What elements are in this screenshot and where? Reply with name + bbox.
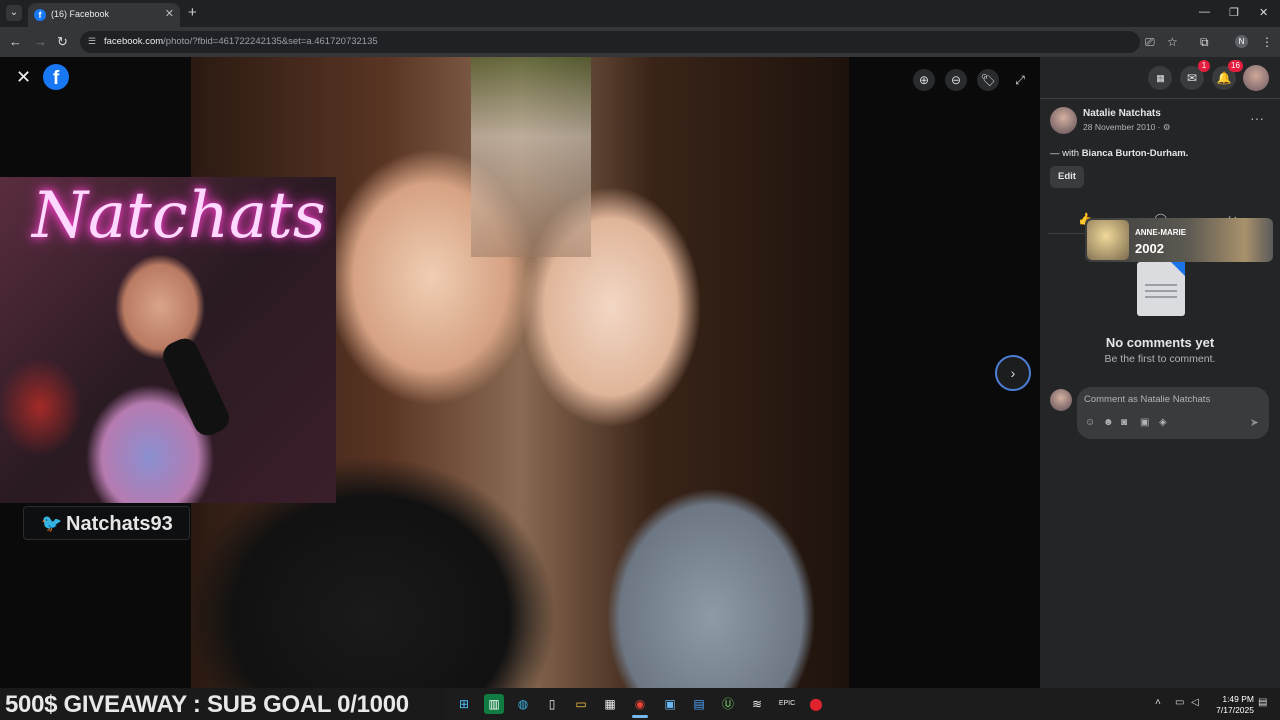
chrome-icon[interactable]: ◉	[630, 694, 650, 714]
forward-arrow-icon[interactable]: →	[34, 34, 47, 49]
network-icon[interactable]: ▭	[1175, 697, 1184, 708]
giveaway-banner: 500$ GIVEAWAY : SUB GOAL 0/1000	[0, 688, 445, 720]
twitter-handle: Natchats93	[66, 513, 173, 535]
author-name[interactable]: Natalie Natchats	[1083, 108, 1161, 119]
document-icon[interactable]: ▯	[542, 694, 562, 714]
facebook-favicon-icon: f	[34, 9, 46, 21]
record-app-icon[interactable]: ⬤	[806, 694, 826, 714]
author-avatar[interactable]	[1050, 107, 1077, 134]
with-prefix: — with	[1050, 148, 1082, 159]
zoom-out-icon[interactable]: ⊖	[945, 69, 967, 91]
microphone	[158, 334, 234, 440]
no-comments-subtitle: Be the first to comment.	[1104, 353, 1216, 365]
notifications-badge: 16	[1228, 60, 1243, 72]
close-window-button[interactable]: ✕	[1259, 6, 1268, 19]
zoom-in-icon[interactable]: ⊕	[913, 69, 935, 91]
tab-title: (16) Facebook	[51, 9, 110, 19]
notification-center-icon[interactable]: ▤	[1258, 697, 1267, 708]
clock-time: 1:49 PM	[1222, 694, 1254, 704]
remote-desktop-icon[interactable]: ▤	[689, 694, 709, 714]
comment-input[interactable]	[1084, 394, 1254, 405]
neon-sign: Natchats	[32, 179, 326, 253]
alert-year: 2002	[1135, 241, 1164, 256]
camera-icon[interactable]: ◙	[1121, 417, 1127, 428]
panel-divider	[1040, 98, 1280, 99]
browser-tab[interactable]: f (16) Facebook ✕	[28, 3, 180, 27]
new-tab-button[interactable]: +	[188, 4, 197, 21]
edit-button[interactable]: Edit	[1050, 166, 1084, 188]
alert-name: ANNE-MARIE	[1135, 228, 1187, 237]
extensions-icon[interactable]: ⧉	[1200, 35, 1209, 50]
address-bar[interactable]: ☰ facebook.com/photo/?fbid=461722242135&…	[80, 31, 1140, 53]
close-viewer-icon[interactable]: ✕	[16, 67, 31, 88]
next-photo-button[interactable]: ›	[995, 355, 1031, 391]
sticker-icon[interactable]: ◈	[1159, 417, 1167, 428]
file-explorer-icon[interactable]: ▭	[571, 694, 591, 714]
facebook-logo-icon[interactable]: f	[43, 64, 69, 90]
tagged-person-link[interactable]: Bianca Burton-Durham.	[1082, 148, 1189, 159]
streamlabs-icon[interactable]: ≋	[747, 694, 767, 714]
fullscreen-icon[interactable]: ⤢	[1009, 69, 1031, 91]
comment-box[interactable]: ☺ ☻ ◙ ▣ ◈ ➤	[1077, 387, 1269, 439]
commenter-avatar	[1050, 389, 1072, 411]
upwork-icon[interactable]: Ⓤ	[718, 694, 738, 714]
twitter-handle-box: 🐦 Natchats93	[23, 506, 190, 540]
messenger-badge: 1	[1198, 60, 1210, 72]
site-info-icon[interactable]: ☰	[88, 36, 96, 47]
stream-alert-card: ANNE-MARIE 2002	[1085, 218, 1273, 262]
restore-button[interactable]: ❐	[1229, 6, 1239, 19]
tag-icon[interactable]: 🏷	[977, 69, 999, 91]
giveaway-text: 500$ GIVEAWAY : SUB GOAL 0/1000	[5, 691, 409, 718]
webcam-overlay: Natchats	[0, 177, 336, 503]
emoji-icon[interactable]: ☻	[1103, 417, 1114, 428]
send-icon[interactable]: ➤	[1250, 416, 1259, 429]
alert-thumbnail	[1087, 220, 1129, 260]
no-comments-title: No comments yet	[1105, 335, 1215, 350]
active-app-indicator	[632, 715, 648, 718]
cast-icon[interactable]: ⎚	[1145, 35, 1155, 50]
browser-menu-icon[interactable]: ⋮	[1261, 35, 1273, 49]
edge-icon[interactable]: ◍	[513, 694, 533, 714]
menu-grid-icon[interactable]: ▦	[1148, 66, 1172, 90]
browser-tab-bar: ⌄ f (16) Facebook ✕ + — ❐ ✕	[0, 0, 1280, 27]
photo-background	[471, 57, 591, 257]
store-icon[interactable]: ▦	[600, 694, 620, 714]
avatar-sticker-icon[interactable]: ☺	[1085, 417, 1095, 428]
clock-date: 7/17/2025	[1216, 705, 1254, 715]
bookmark-star-icon[interactable]: ☆	[1167, 35, 1178, 49]
windows-start-icon[interactable]: ⊞	[454, 694, 474, 714]
browser-profile-avatar[interactable]: N	[1235, 35, 1248, 48]
post-date[interactable]: 28 November 2010 · ⚙	[1083, 122, 1170, 133]
tab-search-icon[interactable]: ⌄	[6, 5, 22, 21]
gif-icon[interactable]: ▣	[1140, 417, 1149, 428]
no-comments-document-icon	[1137, 262, 1185, 316]
epic-games-icon[interactable]: EPIC	[777, 694, 797, 714]
address-toolbar: ← → ↻ ☰ facebook.com/photo/?fbid=4617222…	[0, 27, 1280, 57]
taskbar-clock[interactable]: 1:49 PM 7/17/2025	[1208, 694, 1254, 716]
tagged-line: — with Bianca Burton-Durham.	[1050, 148, 1188, 159]
photos-icon[interactable]: ▣	[660, 694, 680, 714]
more-options-icon[interactable]: ···	[1250, 110, 1264, 126]
volume-icon[interactable]: ◁	[1191, 697, 1199, 708]
minimize-button[interactable]: —	[1199, 6, 1210, 18]
reload-icon[interactable]: ↻	[57, 34, 68, 50]
account-avatar[interactable]	[1243, 65, 1269, 91]
url-text[interactable]: facebook.com/photo/?fbid=461722242135&se…	[104, 36, 378, 47]
back-arrow-icon[interactable]: ←	[9, 34, 22, 49]
tray-overflow-icon[interactable]: ˄	[1155, 697, 1161, 708]
excel-icon[interactable]: ▥	[484, 694, 504, 714]
twitter-bird-icon: 🐦	[41, 514, 63, 533]
tab-close-icon[interactable]: ✕	[165, 7, 174, 20]
